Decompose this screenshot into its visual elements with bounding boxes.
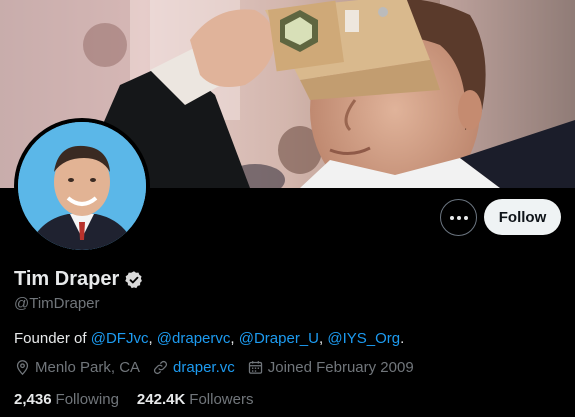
display-name: Tim Draper <box>14 268 120 290</box>
profile-meta: Menlo Park, CA draper.vc Joined February <box>14 359 426 376</box>
location-pin-icon <box>16 360 29 376</box>
following-count: 2,436 <box>14 391 52 408</box>
calendar-icon <box>248 361 262 374</box>
bio-link-drapervc[interactable]: @drapervc <box>157 330 231 347</box>
bio-link-iys-org[interactable]: @IYS_Org <box>327 330 400 347</box>
profile-page: Follow Tim Draper @TimDraper Founder of … <box>0 0 575 417</box>
bio-prefix: Founder of <box>14 330 91 347</box>
bio-link-draper-u[interactable]: @Draper_U <box>239 330 319 347</box>
bio-separator: , <box>230 330 239 347</box>
handle: @TimDraper <box>14 295 100 312</box>
bio: Founder of @DFJvc, @drapervc, @Draper_U,… <box>14 330 404 347</box>
follow-stats: 2,436 Following 242.4K Followers <box>14 391 271 408</box>
name-row: Tim Draper <box>14 268 144 291</box>
website-link[interactable]: draper.vc <box>173 359 235 376</box>
location-text: Menlo Park, CA <box>35 359 141 376</box>
follow-button[interactable]: Follow <box>484 199 561 235</box>
following-label: Following <box>55 391 119 408</box>
more-options-button[interactable] <box>440 199 477 236</box>
verified-badge-icon[interactable] <box>124 270 144 290</box>
bio-link-dfjvc[interactable]: @DFJvc <box>91 330 149 347</box>
bio-separator: , <box>148 330 157 347</box>
followers-label: Followers <box>189 391 254 408</box>
joined-text: Joined February 2009 <box>267 359 414 376</box>
link-icon <box>153 360 168 375</box>
followers-stat[interactable]: 242.4K Followers <box>137 391 254 408</box>
followers-count: 242.4K <box>136 391 186 408</box>
location-item: Menlo Park, CA <box>14 359 140 376</box>
website-item[interactable]: draper.vc <box>152 359 235 376</box>
more-horizontal-icon <box>449 215 468 220</box>
bio-suffix: . <box>400 330 405 347</box>
avatar-photo <box>18 122 146 250</box>
following-stat[interactable]: 2,436 Following <box>14 391 119 408</box>
avatar[interactable] <box>14 118 150 254</box>
joined-item: Joined February 2009 <box>247 359 414 376</box>
